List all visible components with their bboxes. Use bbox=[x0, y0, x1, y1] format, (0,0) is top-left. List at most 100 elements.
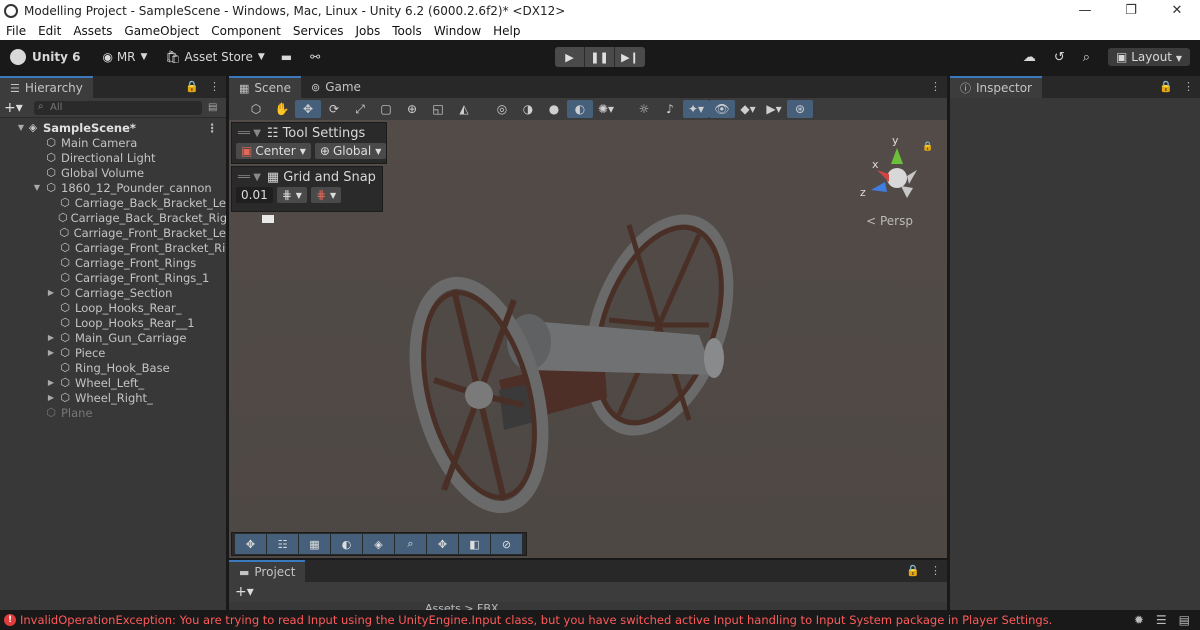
account-dropdown[interactable]: ◉ MR ▼ bbox=[103, 50, 148, 64]
pause-button[interactable]: ❚❚ bbox=[585, 47, 615, 67]
orbit-icon[interactable]: ◐ bbox=[331, 534, 362, 554]
menu-assets[interactable]: Assets bbox=[67, 24, 118, 38]
list-item[interactable]: ▶ ⬡ Carriage_Section bbox=[0, 285, 226, 300]
solid-sphere-icon[interactable]: ● bbox=[541, 100, 567, 118]
cloud-icon[interactable]: ☁ bbox=[1023, 50, 1036, 65]
list-item[interactable]: ▼ ⬡ 1860_12_Pounder_cannon bbox=[0, 180, 226, 195]
unity-brand[interactable]: Unity 6 bbox=[10, 49, 81, 65]
menu-services[interactable]: Services bbox=[287, 24, 350, 38]
version-control-button[interactable]: ⚯ bbox=[310, 50, 320, 64]
search-icon[interactable]: ⌕ bbox=[395, 534, 426, 554]
list-item[interactable]: ▶ ⬡ Wheel_Right_ bbox=[0, 390, 226, 405]
filter-icon[interactable]: ▤ bbox=[208, 102, 222, 113]
custom-tool-icon[interactable]: ◱ bbox=[425, 100, 451, 118]
kebab-menu-icon[interactable]: ⋮ bbox=[930, 564, 941, 577]
minimize-button[interactable]: — bbox=[1062, 0, 1108, 22]
camera-icon[interactable]: ◧ bbox=[459, 534, 490, 554]
lighting-toggle-icon[interactable]: ☼ bbox=[631, 100, 657, 118]
snap-increment-dropdown[interactable]: ⋕ ▼ bbox=[276, 187, 307, 203]
breadcrumb[interactable]: Assets > FBX bbox=[425, 602, 498, 610]
drag-handle-icon[interactable]: ══ ▼ bbox=[238, 128, 261, 139]
audio-toggle-icon[interactable]: ♪ bbox=[657, 100, 683, 118]
fold-closed-icon[interactable]: ▶ bbox=[46, 288, 56, 297]
list-item[interactable]: ⬡ Carriage_Front_Rings bbox=[0, 255, 226, 270]
list-item[interactable]: ⬡ Loop_Hooks_Rear__1 bbox=[0, 315, 226, 330]
scale-tool-icon[interactable]: ⤢ bbox=[347, 100, 373, 118]
fold-open-icon[interactable]: ▼ bbox=[16, 123, 26, 132]
debug-icon[interactable]: ✺▾ bbox=[593, 100, 619, 118]
menu-file[interactable]: File bbox=[0, 24, 32, 38]
hand-tool-icon[interactable]: ✋ bbox=[269, 100, 295, 118]
list-item[interactable]: ⬡ Carriage_Back_Bracket_Le bbox=[0, 195, 226, 210]
list-item[interactable]: ▶ ⬡ Main_Gun_Carriage bbox=[0, 330, 226, 345]
package-icon[interactable]: ▤ bbox=[1179, 613, 1190, 627]
scene-root[interactable]: ▼ ◈ SampleScene* ⋮ bbox=[0, 120, 226, 135]
layout-dropdown[interactable]: ▣ Layout ▼ bbox=[1108, 48, 1190, 66]
pan-icon[interactable]: ✥ bbox=[427, 534, 458, 554]
history-icon[interactable]: ↺ bbox=[1054, 50, 1065, 65]
list-item[interactable]: ⬡ Global Volume bbox=[0, 165, 226, 180]
menu-window[interactable]: Window bbox=[428, 24, 487, 38]
fold-closed-icon[interactable]: ▶ bbox=[46, 393, 56, 402]
list-item[interactable]: ⬡ Carriage_Front_Rings_1 bbox=[0, 270, 226, 285]
grid-icon[interactable]: ▦ bbox=[299, 534, 330, 554]
kebab-menu-icon[interactable]: ⋮ bbox=[209, 80, 220, 93]
snap-value-field[interactable]: 0.01 bbox=[236, 187, 273, 203]
menu-component[interactable]: Component bbox=[205, 24, 287, 38]
settings-sliders-icon[interactable]: ☷ bbox=[267, 534, 298, 554]
tab-inspector[interactable]: ⓘ Inspector bbox=[950, 76, 1042, 98]
kebab-menu-icon[interactable]: ⋮ bbox=[930, 80, 941, 93]
menu-help[interactable]: Help bbox=[487, 24, 526, 38]
tab-game[interactable]: ⊚ Game bbox=[301, 76, 371, 98]
list-item[interactable]: ⬡ Carriage_Front_Bracket_Ri bbox=[0, 240, 226, 255]
create-button[interactable]: +▾ bbox=[4, 100, 34, 116]
menu-tools[interactable]: Tools bbox=[386, 24, 428, 38]
move-tool-icon[interactable]: ✥ bbox=[295, 100, 321, 118]
list-item[interactable]: ⬡ Main Camera bbox=[0, 135, 226, 150]
list-item[interactable]: ▶ ⬡ Wheel_Left_ bbox=[0, 375, 226, 390]
lock-icon[interactable]: 🔒 bbox=[922, 142, 933, 152]
effects-toggle-icon[interactable]: ✦▾ bbox=[683, 100, 709, 118]
step-button[interactable]: ▶❙ bbox=[615, 47, 645, 67]
fold-closed-icon[interactable]: ▶ bbox=[46, 378, 56, 387]
tab-project[interactable]: ▬ Project bbox=[229, 560, 306, 582]
lit-sphere-icon[interactable]: ◐ bbox=[567, 100, 593, 118]
list-item[interactable]: ⬡ Carriage_Front_Bracket_Le bbox=[0, 225, 227, 240]
layers-icon[interactable]: ◆▾ bbox=[735, 100, 761, 118]
close-button[interactable]: ✕ bbox=[1154, 0, 1200, 22]
hierarchy-search-input[interactable]: All bbox=[34, 100, 202, 115]
shaded-mode-icon[interactable]: ◑ bbox=[515, 100, 541, 118]
play-button[interactable]: ▶ bbox=[555, 47, 585, 67]
list-item[interactable]: ⬡ Loop_Hooks_Rear_ bbox=[0, 300, 226, 315]
cache-server-icon[interactable]: ☰ bbox=[1156, 613, 1167, 627]
rect-tool-icon[interactable]: ▢ bbox=[373, 100, 399, 118]
maximize-button[interactable]: ❐ bbox=[1108, 0, 1154, 22]
list-item[interactable]: ⬡ Carriage_Back_Bracket_Rig bbox=[0, 210, 226, 225]
bug-icon[interactable]: ✹ bbox=[1134, 613, 1144, 627]
view-cube-icon[interactable]: ⬡ bbox=[243, 100, 269, 118]
fold-open-icon[interactable]: ▼ bbox=[32, 183, 42, 192]
list-item[interactable]: ⬡ Directional Light bbox=[0, 150, 226, 165]
transform-tool-icon[interactable]: ⊕ bbox=[399, 100, 425, 118]
fold-closed-icon[interactable]: ▶ bbox=[46, 348, 56, 357]
status-error-message[interactable]: InvalidOperationException: You are tryin… bbox=[20, 613, 1052, 627]
editor-tool-icon[interactable]: ◭ bbox=[451, 100, 477, 118]
lock-icon[interactable]: 🔒 bbox=[906, 564, 920, 577]
create-asset-button[interactable]: +▾ bbox=[235, 584, 254, 600]
visibility-eye-icon[interactable]: 👁 bbox=[709, 100, 735, 118]
kebab-menu-icon[interactable]: ⋮ bbox=[1183, 80, 1194, 93]
kebab-menu-icon[interactable]: ⋮ bbox=[207, 121, 219, 135]
tab-hierarchy[interactable]: ☰ Hierarchy bbox=[0, 76, 93, 98]
projection-label[interactable]: < Persp bbox=[866, 214, 913, 228]
layers-button[interactable]: ▬ bbox=[281, 50, 292, 64]
menu-edit[interactable]: Edit bbox=[32, 24, 67, 38]
list-item[interactable]: ▶ ⬡ Piece bbox=[0, 345, 226, 360]
lock-icon[interactable]: 🔒 bbox=[1159, 80, 1173, 93]
move-icon[interactable]: ✥ bbox=[235, 534, 266, 554]
lock-icon[interactable]: 🔒 bbox=[185, 80, 199, 93]
tab-scene[interactable]: ▦ Scene bbox=[229, 76, 301, 98]
menu-gameobject[interactable]: GameObject bbox=[118, 24, 205, 38]
grid-snapping-dropdown[interactable]: ⋕ ▼ bbox=[310, 187, 342, 203]
camera-icon[interactable]: ▶▾ bbox=[761, 100, 787, 118]
drag-handle-icon[interactable]: ══ ▼ bbox=[238, 172, 261, 183]
